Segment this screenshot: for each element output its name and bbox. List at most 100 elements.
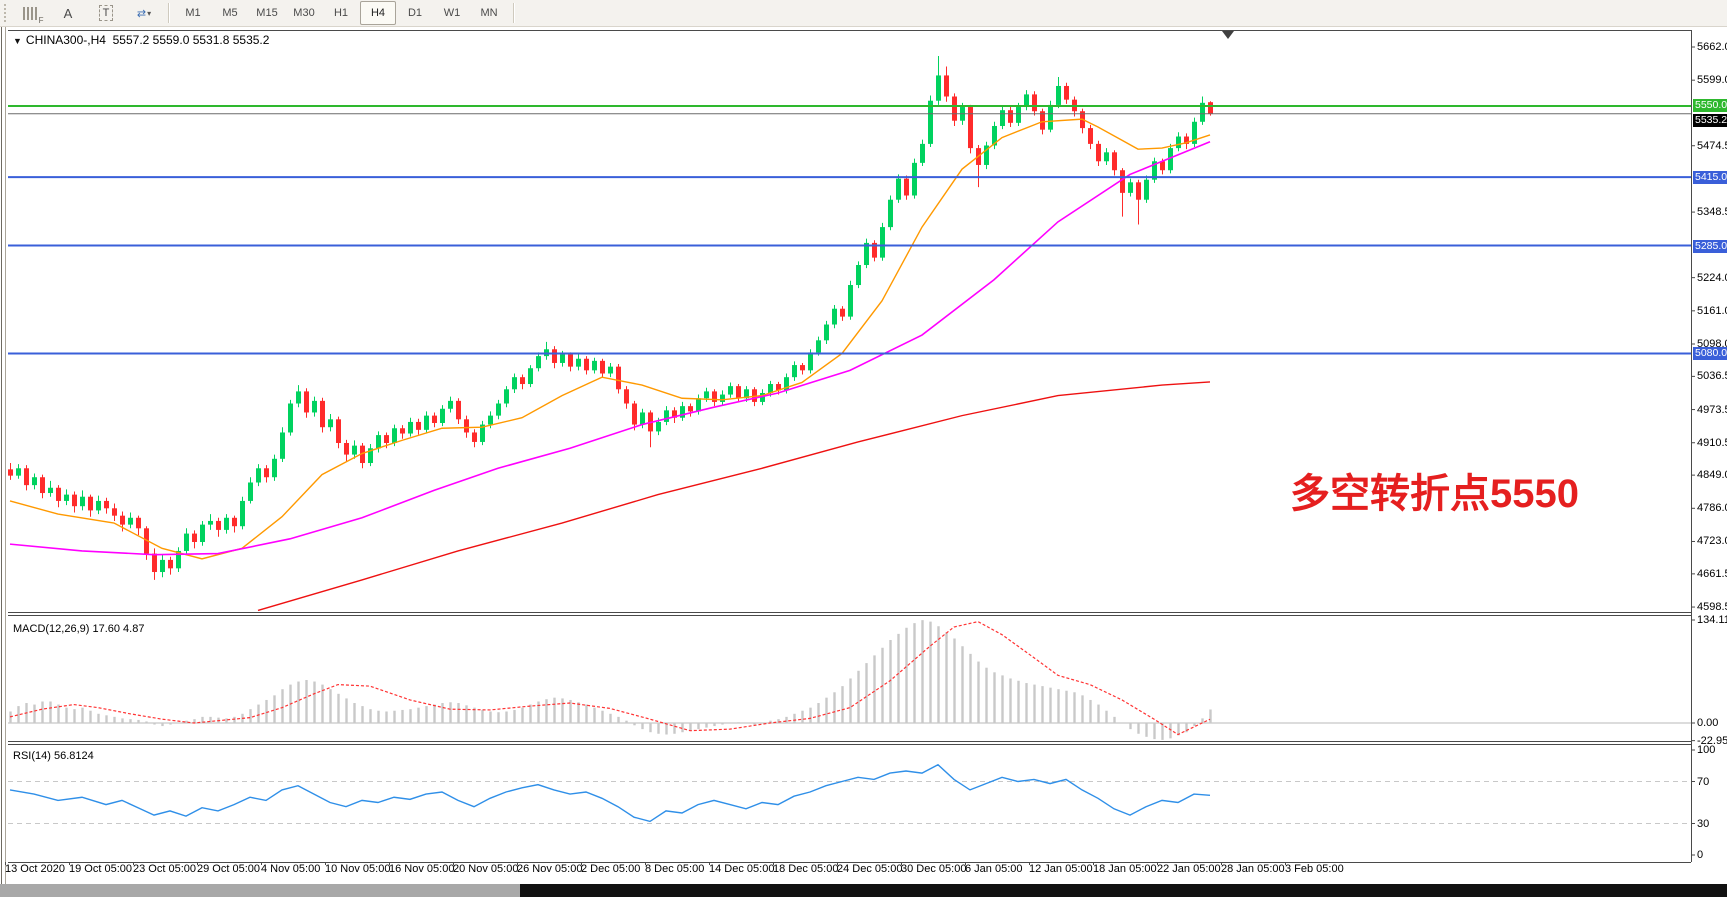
price-level-flag: 5550.0	[1693, 99, 1727, 112]
price-tick-label: 4598.5	[1697, 601, 1727, 613]
candle-body	[1056, 86, 1061, 105]
candle-body	[664, 410, 669, 422]
timeframe-button-m5[interactable]: M5	[212, 1, 248, 25]
candle-body	[320, 401, 325, 427]
time-axis-label: 4 Nov 05:00	[261, 863, 320, 875]
chart-window: ▼CHINA300-,H4 5557.2 5559.0 5531.8 5535.…	[0, 27, 1727, 897]
candle-body	[64, 495, 69, 501]
timeframe-button-m1[interactable]: M1	[175, 1, 211, 25]
candle-body	[904, 179, 909, 196]
candle-body	[192, 534, 197, 542]
indicator-tick-label: 30	[1697, 818, 1709, 830]
timeframe-button-h4[interactable]: H4	[360, 1, 396, 25]
candle-body	[528, 368, 533, 384]
candle-body	[1008, 110, 1013, 123]
candle-body	[256, 468, 261, 482]
candle-body	[688, 406, 693, 411]
candle-body	[728, 386, 733, 394]
candle-body	[1120, 170, 1125, 193]
price-tick-label: 5224.0	[1697, 272, 1727, 284]
candle-body	[440, 409, 445, 423]
chart-shift-marker	[1222, 31, 1234, 39]
ma-slow-line	[258, 382, 1210, 611]
candle-body	[392, 428, 397, 443]
time-axis-label: 16 Nov 05:00	[389, 863, 454, 875]
candle-body	[184, 534, 189, 551]
candle-body	[568, 355, 573, 367]
candle-body	[160, 560, 165, 572]
candle-body	[600, 361, 605, 374]
text-label-icon: A	[64, 6, 73, 21]
time-axis-label: 26 Nov 05:00	[517, 863, 582, 875]
candle-body	[800, 365, 805, 370]
candlestick-series	[8, 56, 1213, 580]
arrows-tool-button[interactable]: ⇄ ▾	[126, 1, 162, 25]
price-tick-label: 5036.5	[1697, 370, 1727, 382]
price-tick-label: 4973.5	[1697, 404, 1727, 416]
candle-body	[40, 477, 45, 493]
candle-body	[1208, 102, 1213, 114]
indicator-tick-label: 134.11	[1697, 614, 1727, 626]
chevron-down-icon: ▼	[13, 36, 22, 46]
time-axis-label: 18 Jan 05:00	[1093, 863, 1157, 875]
timeframe-button-m15[interactable]: M15	[249, 1, 285, 25]
candle-body	[592, 361, 597, 370]
candle-body	[1128, 182, 1133, 193]
timeframe-button-mn[interactable]: MN	[471, 1, 507, 25]
candle-body	[56, 488, 61, 501]
bottom-window-edge-segment	[0, 884, 520, 897]
candle-body	[704, 391, 709, 398]
candle-body	[504, 389, 509, 403]
price-level-flag: 5415.0	[1693, 171, 1727, 184]
dotted-grid-tool-button[interactable]: F	[12, 1, 48, 25]
candle-body	[344, 443, 349, 455]
text-box-tool-button[interactable]: T	[88, 1, 124, 25]
annotation-text[interactable]: 多空转折点5550	[1290, 461, 1579, 519]
candle-body	[888, 200, 893, 227]
candle-body	[336, 419, 341, 443]
candle-body	[656, 422, 661, 431]
text-label-tool-button[interactable]: A	[50, 1, 86, 25]
timeframe-button-h1[interactable]: H1	[323, 1, 359, 25]
candle-body	[584, 359, 589, 371]
indicator-tick-label: 0	[1697, 849, 1703, 861]
candle-body	[832, 309, 837, 325]
price-tick-label: 5599.0	[1697, 74, 1727, 86]
toolbar-separator	[513, 3, 514, 23]
candle-body	[112, 508, 117, 515]
candle-body	[856, 265, 861, 285]
candle-body	[552, 349, 557, 363]
text-box-icon: T	[99, 5, 114, 21]
candle-body	[224, 518, 229, 530]
candle-body	[448, 401, 453, 409]
price-tick-label: 5474.5	[1697, 140, 1727, 152]
timeframe-button-w1[interactable]: W1	[434, 1, 470, 25]
candle-body	[352, 446, 357, 455]
candle-body	[616, 367, 621, 390]
candle-body	[1088, 128, 1093, 144]
ma-fast-line	[10, 119, 1210, 559]
candle-body	[1032, 94, 1037, 111]
candle-body	[200, 525, 205, 542]
time-axis-label: 22 Jan 05:00	[1157, 863, 1221, 875]
candle-body	[168, 560, 173, 568]
candle-body	[816, 340, 821, 352]
timeframe-button-d1[interactable]: D1	[397, 1, 433, 25]
price-level-flag: 5285.0	[1693, 240, 1727, 253]
candle-body	[80, 497, 85, 506]
indicator-tick-label: 0.00	[1697, 717, 1718, 729]
candle-body	[152, 554, 157, 572]
candle-body	[736, 386, 741, 398]
bottom-window-edge	[0, 884, 1727, 897]
toolbar-grip[interactable]	[2, 4, 10, 22]
chart-title[interactable]: ▼CHINA300-,H4 5557.2 5559.0 5531.8 5535.…	[13, 33, 269, 47]
price-tick-label: 4910.5	[1697, 437, 1727, 449]
candle-body	[248, 482, 253, 500]
candle-body	[808, 352, 813, 370]
candle-body	[1104, 152, 1109, 161]
candle-body	[1136, 182, 1141, 199]
candle-body	[928, 101, 933, 144]
candle-body	[408, 422, 413, 434]
candle-body	[304, 391, 309, 412]
timeframe-button-m30[interactable]: M30	[286, 1, 322, 25]
